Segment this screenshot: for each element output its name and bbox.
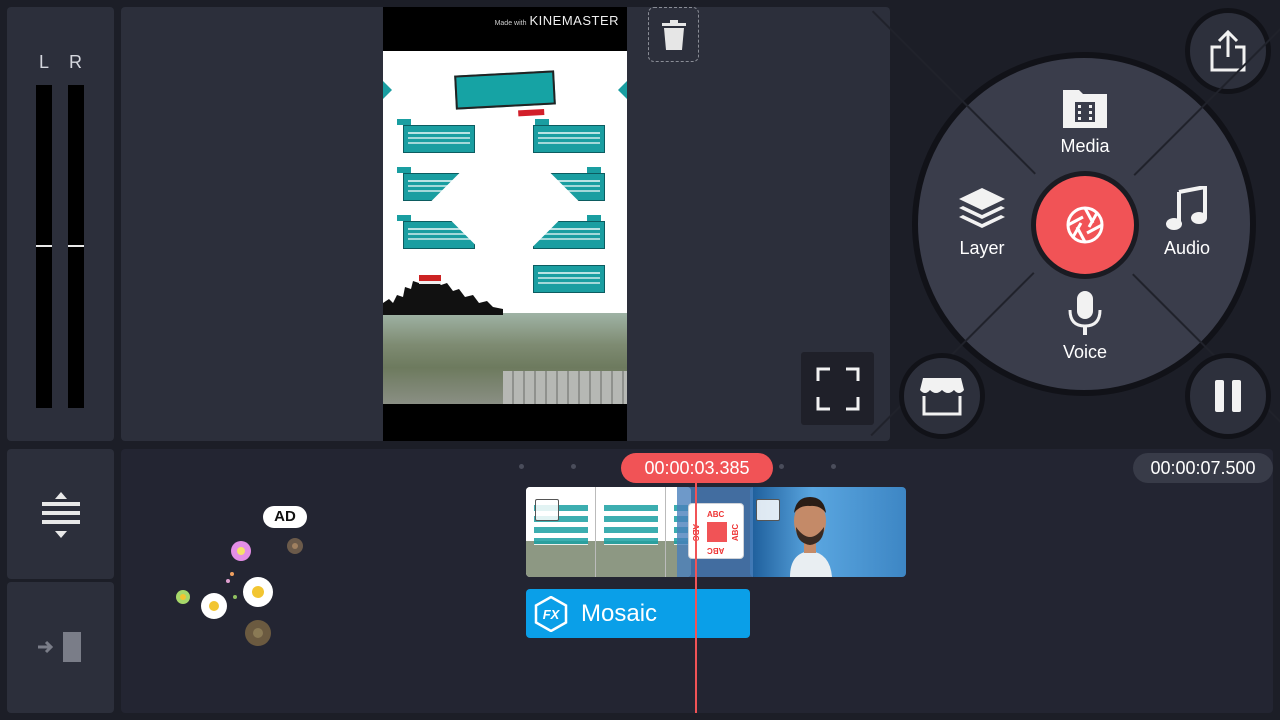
total-duration: 00:00:07.500 — [1133, 453, 1273, 483]
video-frame-image — [383, 51, 627, 404]
layer-button[interactable]: Layer — [932, 186, 1032, 259]
meter-left-label: L — [39, 52, 50, 72]
fullscreen-icon — [816, 367, 859, 410]
fullscreen-button[interactable] — [801, 352, 874, 425]
ad-badge[interactable]: AD — [263, 506, 307, 528]
flower-sticker[interactable] — [170, 530, 310, 650]
meter-left-peak — [36, 245, 52, 247]
infographic-arrow-right — [618, 81, 627, 99]
playhead[interactable] — [695, 480, 697, 713]
infographic-card — [533, 265, 605, 293]
infographic-arrow-left — [383, 81, 392, 99]
effect-clip-label: Mosaic — [581, 599, 658, 627]
store-icon — [920, 378, 964, 416]
split-tool-button[interactable] — [7, 449, 114, 579]
media-button[interactable]: Media — [1035, 86, 1135, 157]
pause-button[interactable] — [1185, 353, 1271, 439]
watermark: Made with KINEMASTER — [494, 13, 619, 28]
video-preview[interactable]: Made with KINEMASTER — [383, 7, 627, 441]
voice-button[interactable]: Voice — [1035, 290, 1135, 363]
image-clip-icon — [756, 499, 780, 521]
delete-button[interactable] — [648, 7, 699, 62]
playhead-time: 00:00:03.385 — [621, 453, 773, 483]
infographic-card — [403, 125, 475, 153]
voice-label: Voice — [1062, 342, 1108, 362]
audio-meter-panel: L R — [7, 7, 114, 441]
export-frame-button[interactable] — [7, 582, 114, 713]
audio-label: Audio — [1163, 238, 1211, 258]
voice-icon — [1068, 291, 1102, 335]
split-icon — [42, 492, 80, 538]
portrait-clip[interactable] — [750, 487, 906, 577]
image-clip-icon — [535, 499, 559, 521]
export-frame-icon — [38, 632, 81, 662]
infographic-clip[interactable] — [526, 487, 691, 577]
infographic-card — [533, 125, 605, 153]
camera-icon — [1066, 206, 1104, 244]
infographic-title-block — [454, 70, 556, 117]
pause-icon — [1215, 380, 1241, 412]
asset-store-button[interactable] — [899, 353, 985, 439]
media-label: Media — [1060, 136, 1110, 156]
separation-wall — [503, 371, 627, 404]
portrait-thumbnail — [790, 497, 832, 577]
record-button[interactable] — [1031, 171, 1139, 279]
effect-clip[interactable]: FX Mosaic — [526, 589, 750, 638]
audio-button[interactable]: Audio — [1137, 186, 1237, 259]
skyline-silhouette — [383, 275, 503, 315]
layer-label: Layer — [959, 238, 1005, 258]
media-icon — [1063, 90, 1107, 128]
layer-icon — [959, 188, 1005, 228]
audio-icon — [1166, 186, 1207, 230]
svg-text:FX: FX — [543, 607, 561, 622]
meter-right-label: R — [69, 52, 82, 72]
meter-right-peak — [68, 245, 84, 247]
delete-icon — [661, 19, 686, 50]
fx-icon: FX — [534, 595, 568, 632]
